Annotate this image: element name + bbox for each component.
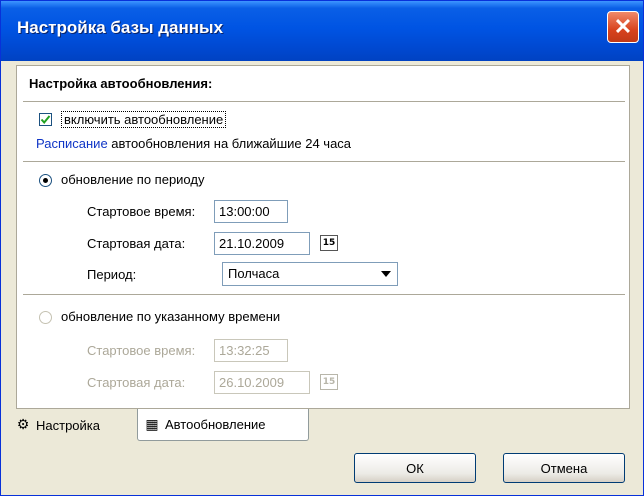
ok-button[interactable]: ОК	[354, 453, 476, 483]
period-select[interactable]: Полчаса	[222, 262, 398, 286]
tab-autoupdate-label: Автообновление	[165, 417, 266, 432]
calendar-icon[interactable]: 15	[320, 235, 338, 251]
period-select-value: Полчаса	[228, 266, 280, 281]
fixed-start-date-label: Стартовая дата:	[87, 375, 186, 390]
window-title: Настройка базы данных	[17, 18, 224, 37]
title-bar[interactable]: Настройка базы данных ✕	[1, 1, 643, 61]
tab-settings-label: Настройка	[36, 417, 100, 433]
gear-icon: ⚙	[16, 417, 30, 433]
calendar-icon[interactable]: 15	[320, 374, 338, 390]
checkmark-icon	[40, 115, 51, 125]
tab-settings[interactable]: ⚙ Настройка	[9, 411, 137, 439]
schedule-link[interactable]: Расписание	[36, 136, 108, 151]
divider	[23, 294, 625, 295]
section-title: Настройка автообновления:	[29, 76, 213, 91]
divider	[23, 161, 625, 162]
fixed-start-time-label: Стартовое время:	[87, 343, 196, 358]
enable-autoupdate-checkbox[interactable]	[39, 113, 52, 126]
start-date-label: Стартовая дата:	[87, 236, 186, 251]
start-date-input[interactable]: 21.10.2009	[214, 232, 310, 255]
autoupdate-panel: Настройка автообновления: включить автоо…	[16, 65, 630, 409]
start-time-label: Стартовое время:	[87, 204, 196, 219]
start-time-input[interactable]: 13:00:00	[214, 200, 288, 223]
by-period-radio[interactable]	[39, 174, 52, 187]
schedule-text: автообновления на ближайшие 24 часа	[107, 136, 352, 151]
cancel-button[interactable]: Отмена	[503, 453, 625, 483]
close-icon: ✕	[613, 14, 633, 39]
close-button[interactable]: ✕	[607, 11, 639, 43]
divider	[23, 101, 625, 102]
enable-autoupdate-label[interactable]: включить автообновление	[61, 111, 227, 128]
tab-autoupdate[interactable]: ▦ Автообновление	[137, 409, 309, 441]
chevron-down-icon[interactable]	[376, 264, 396, 284]
schedule-icon: ▦	[145, 416, 159, 433]
schedule-line: Расписание автообновления на ближайшие 2…	[36, 136, 351, 151]
by-period-label[interactable]: обновление по периоду	[61, 172, 204, 187]
fixed-start-date-input[interactable]: 26.10.2009	[214, 371, 310, 394]
settings-window: Настройка базы данных ✕ Настройка автооб…	[0, 0, 644, 496]
by-time-radio[interactable]	[39, 311, 52, 324]
by-time-label[interactable]: обновление по указанному времени	[61, 309, 280, 324]
fixed-start-time-input[interactable]: 13:32:25	[214, 339, 288, 362]
period-label: Период:	[87, 267, 137, 282]
